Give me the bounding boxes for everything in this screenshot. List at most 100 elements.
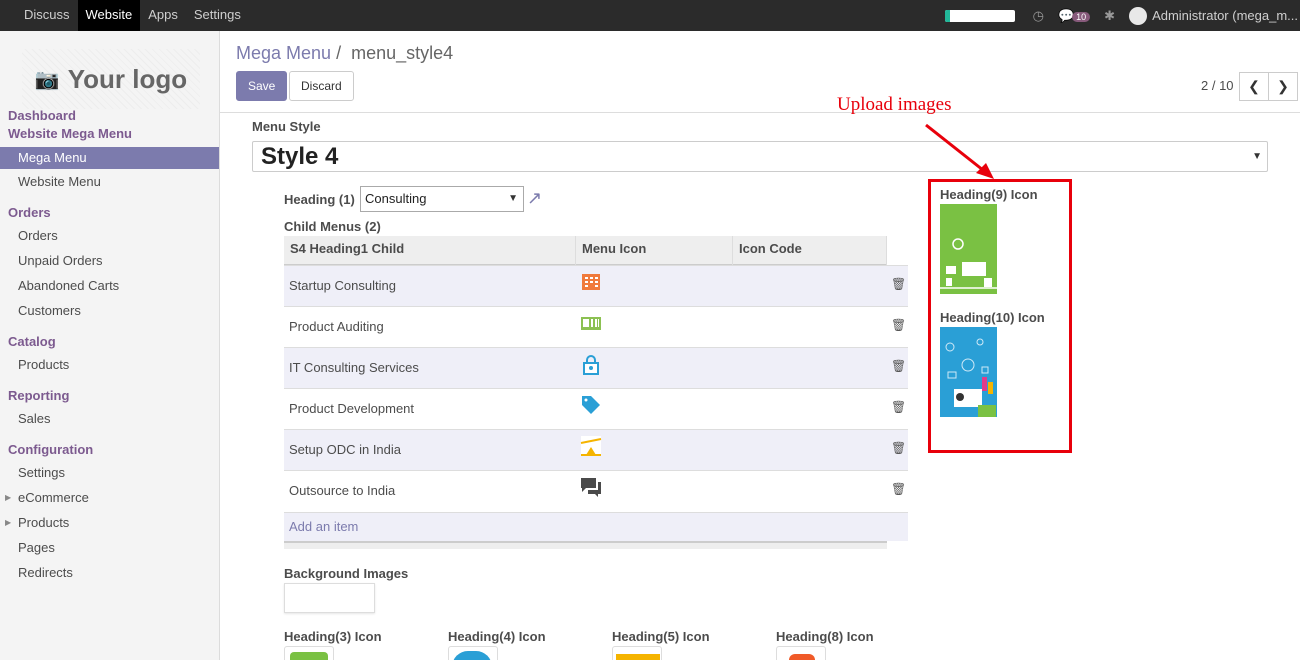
clock-icon[interactable]: ◷ [1033,8,1044,24]
caret-down-icon: ▼ [1252,151,1262,162]
heading8-icon-image[interactable] [776,646,826,660]
trash-icon[interactable]: 🗑 [891,441,906,455]
table-row[interactable]: IT Consulting Services 🗑 [284,347,908,388]
id-card-icon [581,317,601,330]
column-header-child[interactable]: S4 Heading1 Child [284,236,576,265]
pager-value: 2 / 10 [1201,78,1234,93]
sidebar-item-settings[interactable]: Settings [0,462,219,484]
sidebar-item-abandoned-carts[interactable]: Abandoned Carts [0,275,219,297]
heading-label: Heading (1) [284,192,355,207]
add-item-row: Add an item [284,512,908,541]
sidebar-item-customers[interactable]: Customers [0,300,219,322]
caret-right-icon: ▶ [5,493,12,502]
trash-icon[interactable]: 🗑 [891,359,906,373]
lock-icon [583,355,599,375]
table-row[interactable]: Setup ODC in India 🗑 [284,429,908,470]
table-row[interactable]: Outsource to India 🗑 [284,470,908,511]
annotation-arrow [925,123,994,179]
trash-icon[interactable]: 🗑 [891,482,906,496]
heading10-icon-label: Heading(10) Icon [940,310,1045,325]
heading3-icon-image[interactable] [284,646,334,660]
sidebar-item-sales[interactable]: Sales [0,408,219,430]
trash-icon[interactable]: 🗑 [891,277,906,291]
sidebar-item-unpaid-orders[interactable]: Unpaid Orders [0,250,219,272]
sidebar-section-reporting[interactable]: Reporting [8,388,69,403]
heading4-icon-image[interactable] [448,646,498,660]
sidebar: 📷 Your logo Dashboard Website Mega Menu M… [0,31,220,660]
triangle-icon [580,436,602,456]
background-images-label: Background Images [284,566,409,581]
external-link-icon[interactable]: ↗ [527,188,542,209]
table-footer [284,541,887,549]
chat-icon [581,478,601,497]
nav-settings[interactable]: Settings [186,0,249,31]
user-menu[interactable]: Administrator (mega_m... [1152,8,1300,23]
table-row[interactable]: Product Development 🗑 [284,388,908,429]
sidebar-item-ecommerce[interactable]: ▶ eCommerce [0,487,219,509]
heading-select[interactable]: Consulting ▼ [360,186,524,212]
top-navbar: Discuss Website Apps Settings ◷ 💬 10 ✱ Ad… [0,0,1300,31]
sidebar-section-website-mega-menu[interactable]: Website Mega Menu [8,126,132,141]
heading9-icon-label: Heading(9) Icon [940,187,1038,202]
row-name: Product Auditing [289,319,384,334]
discard-button[interactable]: Discard [289,71,354,101]
consulting-illustration-icon [940,238,997,289]
company-logo[interactable]: 📷 Your logo [22,49,200,109]
table-row[interactable]: Product Auditing 🗑 [284,306,908,347]
sidebar-item-products[interactable]: Products [0,354,219,376]
breadcrumb: Mega Menu / menu_style4 [236,43,453,64]
column-header-menu-icon[interactable]: Menu Icon [576,236,733,265]
breadcrumb-separator: / [336,43,342,63]
heading5-icon-image[interactable] [612,646,662,660]
heading5-icon-label: Heading(5) Icon [612,629,710,644]
sidebar-item-pages[interactable]: Pages [0,537,219,559]
tag-icon [582,396,600,414]
menu-style-label: Menu Style [252,119,321,134]
add-item-link[interactable]: Add an item [289,519,358,534]
avatar[interactable] [1129,6,1148,25]
progress-bar[interactable] [944,9,1015,22]
sidebar-item-config-products[interactable]: ▶ Products [0,512,219,534]
sidebar-item-orders[interactable]: Orders [0,225,219,247]
sidebar-section-dashboard[interactable]: Dashboard [8,108,76,123]
row-name: Product Development [289,401,415,416]
nav-apps[interactable]: Apps [140,0,186,31]
pager-next-button[interactable]: ❯ [1268,72,1298,101]
breadcrumb-current: menu_style4 [351,43,454,63]
save-button[interactable]: Save [236,71,288,101]
child-menus-label: Child Menus (2) [284,219,381,234]
heading9-icon-image[interactable] [940,204,997,294]
breadcrumb-parent[interactable]: Mega Menu [236,43,331,63]
menu-style-select[interactable]: Style 4 ▼ [252,141,1268,172]
row-name: IT Consulting Services [289,360,419,375]
background-image-upload[interactable] [284,583,375,613]
sidebar-item-website-menu[interactable]: Website Menu [0,171,219,193]
sidebar-section-configuration[interactable]: Configuration [8,442,93,457]
heading8-icon-label: Heading(8) Icon [776,629,874,644]
column-header-icon-code[interactable]: Icon Code [733,236,887,265]
caret-right-icon: ▶ [5,518,12,527]
camera-icon: 📷 [34,68,60,91]
sidebar-section-catalog[interactable]: Catalog [8,334,56,349]
sidebar-section-orders[interactable]: Orders [8,205,51,220]
nav-discuss[interactable]: Discuss [16,0,78,31]
heading3-icon-label: Heading(3) Icon [284,629,382,644]
table-header: S4 Heading1 Child Menu Icon Icon Code [284,236,887,265]
heading10-icon-image[interactable] [940,327,997,417]
trash-icon[interactable]: 🗑 [891,318,906,332]
sidebar-item-mega-menu[interactable]: Mega Menu [0,147,219,169]
heading4-icon-label: Heading(4) Icon [448,629,546,644]
sidebar-item-redirects[interactable]: Redirects [0,562,219,584]
bug-icon[interactable]: ✱ [1104,8,1115,24]
trash-icon[interactable]: 🗑 [891,400,906,414]
annotation-text: Upload images [837,94,952,115]
table-row[interactable]: Startup Consulting 🗑 [284,265,908,306]
caret-down-icon: ▼ [508,193,518,204]
message-count-badge: 10 [1072,11,1091,22]
row-name: Setup ODC in India [289,442,402,457]
pager-previous-button[interactable]: ❮ [1239,72,1269,101]
chat-icon[interactable]: 💬 10 [1058,8,1091,24]
building-icon [582,274,600,290]
nav-website[interactable]: Website [77,0,141,31]
row-name: Startup Consulting [289,278,396,293]
